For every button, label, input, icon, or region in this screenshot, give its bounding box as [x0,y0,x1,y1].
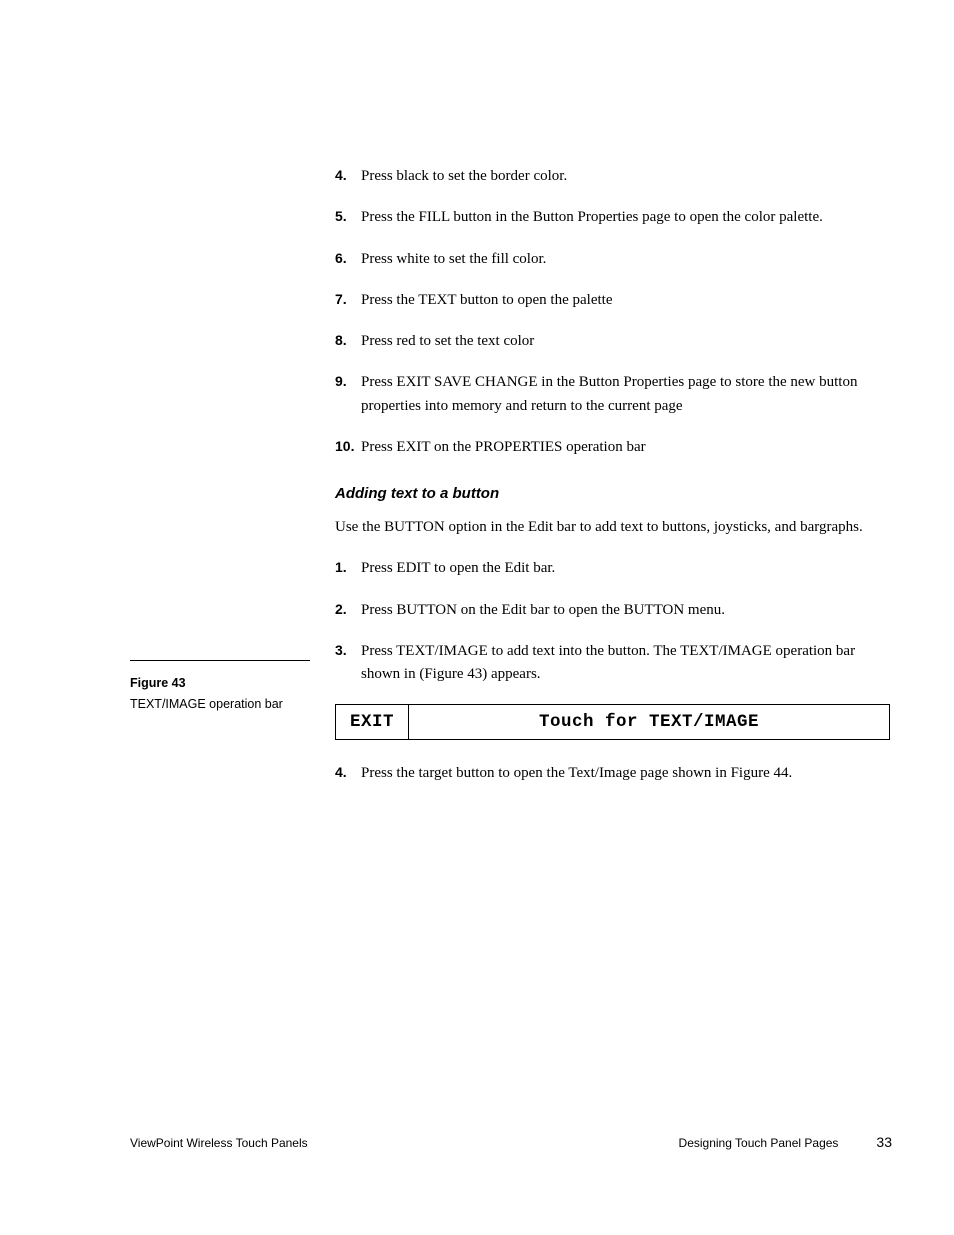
step-text: Press black to set the border color. [361,165,890,188]
step-number: 2. [335,599,361,622]
step-text: Press white to set the fill color. [361,248,890,271]
step-number: 4. [335,165,361,188]
touch-for-text-image[interactable]: Touch for TEXT/IMAGE [409,705,889,739]
exit-button[interactable]: EXIT [336,705,409,739]
footer-right: Designing Touch Panel Pages [679,1136,839,1150]
step-number: 7. [335,289,361,312]
step-9: 9. Press EXIT SAVE CHANGE in the Button … [335,371,890,418]
step-10: 10. Press EXIT on the PROPERTIES operati… [335,436,890,459]
step-number: 8. [335,330,361,353]
step-text: Press red to set the text color [361,330,890,353]
step-text: Press EDIT to open the Edit bar. [361,557,890,580]
figure-caption: TEXT/IMAGE operation bar [130,694,310,715]
step-text: Press TEXT/IMAGE to add text into the bu… [361,640,890,687]
step-text: Press EXIT SAVE CHANGE in the Button Pro… [361,371,890,418]
step-text: Press EXIT on the PROPERTIES operation b… [361,436,890,459]
step-text: Press the FILL button in the Button Prop… [361,206,890,229]
step-number: 10. [335,436,361,459]
step-number: 4. [335,762,361,785]
step-number: 1. [335,557,361,580]
section-heading: Adding text to a button [335,485,890,502]
step-1: 1. Press EDIT to open the Edit bar. [335,557,890,580]
step-4: 4. Press black to set the border color. [335,165,890,188]
footer-left: ViewPoint Wireless Touch Panels [130,1136,308,1150]
figure-label: Figure 43 [130,673,310,694]
step-3: 3. Press TEXT/IMAGE to add text into the… [335,640,890,687]
step-8: 8. Press red to set the text color [335,330,890,353]
step-number: 5. [335,206,361,229]
text-image-operation-bar: EXIT Touch for TEXT/IMAGE [335,704,890,740]
step-text: Press BUTTON on the Edit bar to open the… [361,599,890,622]
page-footer: ViewPoint Wireless Touch Panels Designin… [130,1134,892,1150]
step-6: 6. Press white to set the fill color. [335,248,890,271]
step-number: 9. [335,371,361,418]
step-number: 3. [335,640,361,687]
step-text: Press the TEXT button to open the palett… [361,289,890,312]
page-number: 33 [876,1134,892,1150]
intro-paragraph: Use the BUTTON option in the Edit bar to… [335,516,890,539]
step-number: 6. [335,248,361,271]
figure-caption-sidebar: Figure 43 TEXT/IMAGE operation bar [130,660,310,716]
step-4b: 4. Press the target button to open the T… [335,762,890,785]
step-text: Press the target button to open the Text… [361,762,890,785]
step-7: 7. Press the TEXT button to open the pal… [335,289,890,312]
step-5: 5. Press the FILL button in the Button P… [335,206,890,229]
step-2: 2. Press BUTTON on the Edit bar to open … [335,599,890,622]
main-content: 4. Press black to set the border color. … [335,165,890,804]
